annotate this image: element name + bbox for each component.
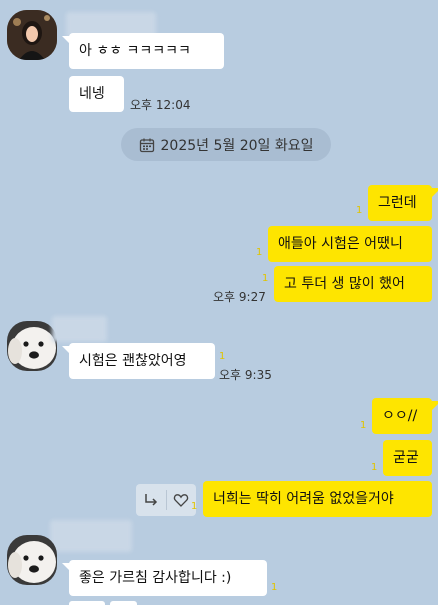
message-bubble-incoming[interactable]: 시험은 괜찮았어영 — [69, 343, 215, 379]
message-time: 오후 9:27 — [213, 290, 266, 304]
dog-portrait-icon — [7, 535, 57, 585]
unread-count: 1 — [356, 205, 363, 216]
unread-count: 1 — [191, 501, 198, 512]
message-bubble-incoming[interactable]: 좋은 가르침 감사합니다 :) — [69, 560, 267, 596]
sender-name-blurred — [50, 520, 132, 552]
sender-name-blurred — [52, 316, 107, 342]
message-time: 오후 12:04 — [130, 98, 191, 112]
dog-portrait-icon — [7, 321, 57, 371]
reply-arrow-icon — [145, 494, 157, 506]
unread-count: 1 — [219, 351, 226, 362]
avatar-dog[interactable] — [7, 535, 57, 585]
unread-count: 1 — [256, 247, 263, 258]
reply-button[interactable] — [136, 484, 166, 516]
avatar-dog[interactable] — [7, 321, 57, 371]
date-divider: 2025년 5월 20일 화요일 — [121, 128, 331, 161]
woman-portrait-icon — [7, 10, 57, 60]
date-divider-label: 2025년 5월 20일 화요일 — [160, 137, 314, 154]
unread-count: 1 — [262, 273, 269, 284]
unread-count: 1 — [271, 582, 278, 593]
message-bubble-incoming[interactable]: 아 ㅎㅎ ㅋㅋㅋㅋㅋ — [69, 33, 224, 69]
calendar-icon — [139, 138, 154, 152]
message-bubble-outgoing[interactable]: 너희는 딱히 어려움 없었을거야 — [203, 481, 432, 517]
message-time: 오후 9:35 — [219, 368, 272, 382]
bubble-tail — [432, 188, 438, 197]
message-bubble-outgoing[interactable]: 굳굳 — [383, 440, 432, 476]
message-bubble-outgoing[interactable]: 고 투더 생 많이 했어 — [274, 266, 432, 302]
unread-count: 1 — [360, 420, 367, 431]
heart-icon — [174, 494, 189, 507]
message-bubble-incoming-partial[interactable] — [110, 601, 137, 605]
message-bubble-outgoing[interactable]: ㅇㅇ// — [372, 398, 432, 434]
message-bubble-outgoing[interactable]: 애들아 시험은 어땠니 — [268, 226, 432, 262]
bubble-tail — [432, 401, 438, 410]
message-bubble-outgoing[interactable]: 그런데 — [368, 185, 432, 221]
avatar-woman[interactable] — [7, 10, 57, 60]
message-bubble-incoming[interactable]: 네넹 — [69, 76, 124, 112]
message-action-bar — [136, 484, 196, 516]
unread-count: 1 — [371, 462, 378, 473]
message-bubble-incoming-partial[interactable] — [69, 601, 105, 605]
